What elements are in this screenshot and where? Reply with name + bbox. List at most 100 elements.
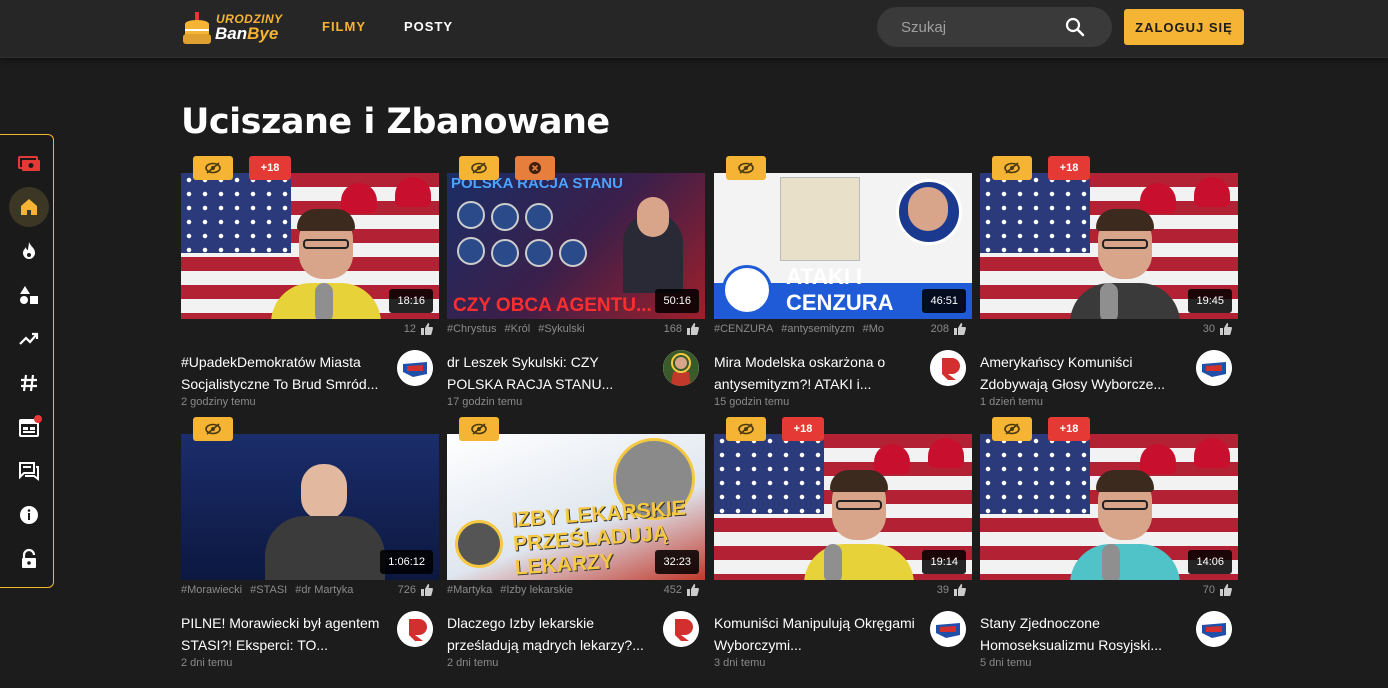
home-icon	[21, 199, 37, 215]
search-input[interactable]	[901, 17, 1061, 37]
video-duration: 19:45	[1188, 289, 1232, 313]
video-thumbnail[interactable]: IZBY LEKARSKIE PRZEŚLADUJĄ LEKARZY 32:23	[447, 434, 705, 580]
video-card[interactable]: +18 18:16 12 #UpadekDemokratów Miasta So…	[181, 156, 439, 408]
video-meta: #Chrystus #Król #Sykulski 168	[447, 323, 705, 339]
red-cap	[341, 183, 377, 213]
video-thumbnail[interactable]: 14:06	[980, 434, 1238, 580]
video-meta: 12	[181, 323, 439, 339]
sidebar-item-categories[interactable]	[9, 275, 49, 315]
microphone	[1102, 544, 1120, 580]
channel-avatar[interactable]	[1196, 611, 1232, 647]
nav-posts[interactable]: POSTY	[404, 19, 453, 34]
video-tag[interactable]: #Martyka	[447, 584, 492, 596]
video-card[interactable]: IZBY LEKARSKIE PRZEŚLADUJĄ LEKARZY 32:23…	[447, 417, 705, 669]
login-button[interactable]: ZALOGUJ SIĘ	[1124, 9, 1244, 45]
video-card[interactable]: +18 14:06 70 Stany Zjednoczone Homoseksu…	[980, 417, 1238, 669]
channel-avatar[interactable]	[397, 350, 433, 386]
trending-icon	[19, 332, 39, 345]
thumbs-up-icon	[421, 323, 433, 335]
sidebar-item-hashtags[interactable]	[9, 363, 49, 403]
video-title[interactable]: PILNE! Morawiecki był agentem STASI?! Ek…	[181, 612, 391, 656]
sidebar-item-hot[interactable]	[9, 231, 49, 271]
video-tag[interactable]: #antysemityzm	[781, 323, 854, 335]
video-tag[interactable]: #Morawiecki	[181, 584, 242, 596]
sidebar-item-donate[interactable]	[9, 143, 49, 183]
eye-off-icon	[205, 423, 221, 435]
video-thumbnail[interactable]: POLSKA RACJA STANU CZY OBCA AGENTU... 50…	[447, 173, 705, 319]
video-time: 5 dni temu	[980, 657, 1032, 669]
video-card[interactable]: 1:06:12 #Morawiecki #STASI #dr Martyka 726…	[181, 417, 439, 669]
red-cap	[1140, 183, 1176, 213]
video-tag[interactable]: #Mo	[863, 323, 884, 335]
video-duration: 14:06	[1188, 550, 1232, 574]
logo-brand-part1: Ban	[215, 24, 248, 43]
video-duration: 50:16	[655, 289, 699, 313]
sidebar-item-home[interactable]	[9, 187, 49, 227]
channel-avatar[interactable]	[930, 350, 966, 386]
video-title[interactable]: dr Leszek Sykulski: CZY POLSKA RACJA STA…	[447, 351, 657, 395]
seal-graphic	[491, 239, 519, 267]
video-thumbnail[interactable]: 1:06:12	[181, 434, 439, 580]
cake-icon	[183, 12, 211, 44]
video-card[interactable]: POLSKA RACJA STANU CZY OBCA AGENTU... 50…	[447, 156, 705, 408]
adult-badge: +18	[249, 156, 291, 180]
guest-face	[301, 464, 347, 520]
sidebar-item-info[interactable]	[9, 495, 49, 535]
seal-graphic	[457, 201, 485, 229]
video-thumbnail[interactable]: 18:16	[181, 173, 439, 319]
sidebar-item-login[interactable]	[9, 539, 49, 579]
video-tag[interactable]: #STASI	[250, 584, 287, 596]
channel-avatar[interactable]	[1196, 350, 1232, 386]
video-title[interactable]: Amerykańscy Komuniści Zdobywają Głosy Wy…	[980, 351, 1190, 395]
seal-graphic	[525, 203, 553, 231]
red-cap	[874, 444, 910, 474]
video-meta: 30	[980, 323, 1238, 339]
eye-off-icon	[205, 162, 221, 174]
seal-graphic	[559, 239, 587, 267]
video-tags	[980, 323, 1166, 339]
video-tag[interactable]: #Król	[505, 323, 531, 335]
video-title[interactable]: #UpadekDemokratów Miasta Socjalistyczne …	[181, 351, 391, 395]
seal-graphic	[525, 239, 553, 267]
video-tag[interactable]: #dr Martyka	[295, 584, 353, 596]
eye-off-icon	[1004, 162, 1020, 174]
adult-badge: +18	[1048, 156, 1090, 180]
likes-count: 726	[398, 584, 433, 596]
notification-dot	[34, 415, 42, 423]
video-tag[interactable]: #Izby lekarskie	[500, 584, 573, 596]
video-tag[interactable]: #Chrystus	[447, 323, 497, 335]
video-thumbnail[interactable]: 19:45	[980, 173, 1238, 319]
video-card[interactable]: +18 19:14 39 Komuniści Manipulują Okręga…	[714, 417, 972, 669]
video-thumbnail[interactable]: ATAKI I CENZURA 46:51	[714, 173, 972, 319]
sidebar-item-comments[interactable]	[9, 451, 49, 491]
banbye-logo[interactable]: URODZINY BanBye	[182, 6, 292, 48]
logo-brand-part2: Bye	[247, 24, 279, 43]
channel-avatar[interactable]	[663, 350, 699, 386]
search-icon[interactable]	[1065, 17, 1085, 37]
video-meta: 70	[980, 584, 1238, 600]
video-title[interactable]: Komuniści Manipulują Okręgami Wyborczymi…	[714, 612, 924, 656]
video-title[interactable]: Mira Modelska oskarżona o antysemityzm?!…	[714, 351, 924, 395]
sidebar-item-trending[interactable]	[9, 319, 49, 359]
video-meta: #Morawiecki #STASI #dr Martyka 726	[181, 584, 439, 600]
channel-avatar[interactable]	[930, 611, 966, 647]
video-tag[interactable]: #Sykulski	[538, 323, 584, 335]
video-title[interactable]: Dlaczego Izby lekarskie prześladują mądr…	[447, 612, 657, 656]
video-meta: #CENZURA #antysemityzm #Mo 208	[714, 323, 972, 339]
likes-value: 452	[663, 584, 682, 596]
video-card[interactable]: +18 19:45 30 Amerykańscy Komuniści Zdoby…	[980, 156, 1238, 408]
video-time: 2 godziny temu	[181, 396, 256, 408]
video-title[interactable]: Stany Zjednoczone Homoseksualizmu Rosyjs…	[980, 612, 1190, 656]
channel-avatar[interactable]	[397, 611, 433, 647]
video-tags: #Chrystus #Król #Sykulski	[447, 323, 633, 339]
comments-icon	[19, 462, 39, 481]
eye-off-icon	[738, 423, 754, 435]
nav-films[interactable]: FILMY	[322, 19, 366, 34]
thumbs-up-icon	[687, 323, 699, 335]
video-tag[interactable]: #CENZURA	[714, 323, 773, 335]
channel-avatar[interactable]	[663, 611, 699, 647]
likes-value: 726	[397, 584, 416, 596]
sidebar-item-events[interactable]	[9, 407, 49, 447]
video-card[interactable]: ATAKI I CENZURA 46:51 #CENZURA #antysemit…	[714, 156, 972, 408]
video-thumbnail[interactable]: 19:14	[714, 434, 972, 580]
